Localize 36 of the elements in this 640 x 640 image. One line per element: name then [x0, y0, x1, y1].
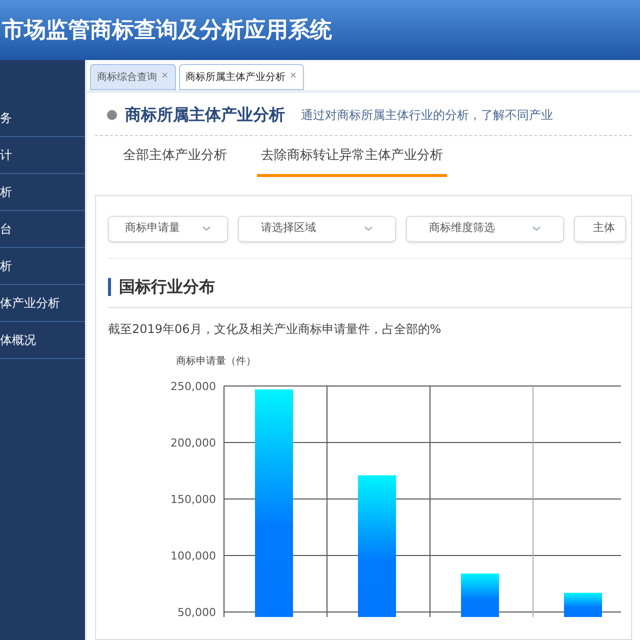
chevron-icon: [202, 226, 211, 231]
filter-dropdown[interactable]: 商标维度筛选: [406, 216, 564, 242]
sidebar-item[interactable]: 务: [0, 100, 85, 137]
filter-dropdown[interactable]: 商标申请量: [108, 216, 228, 242]
section-marker: [108, 278, 111, 296]
sidebar-item[interactable]: 计: [0, 137, 85, 174]
y-tick-label: 150,000: [170, 492, 216, 506]
sidebar-item[interactable]: 析: [0, 248, 85, 285]
sidebar-item[interactable]: 体产业分析: [0, 285, 85, 322]
y-tick-label: 100,000: [170, 549, 216, 562]
sidebar-item[interactable]: 台: [0, 211, 85, 248]
y-axis-label: 商标申请量（件）: [176, 356, 256, 366]
y-tick-label: 250,000: [170, 380, 216, 392]
analysis-tab[interactable]: 全部主体产业分析: [119, 146, 231, 176]
section-title: 国标行业分布: [119, 276, 215, 298]
chevron-icon: [364, 226, 373, 231]
sidebar-item[interactable]: 体概况: [0, 322, 85, 359]
summary-text: 截至2019年06月，文化及相关产业商标申请量件，占全部的%: [108, 320, 442, 338]
tab-label: 商标所属主体产业分析: [186, 70, 286, 84]
close-icon[interactable]: ×: [290, 70, 298, 84]
y-tick-label: 50,000: [178, 606, 216, 618]
filter-dropdown[interactable]: 请选择区域: [238, 216, 396, 242]
filter-dropdown[interactable]: 主体: [574, 216, 626, 242]
tab-label: 商标综合查询: [97, 70, 157, 84]
analysis-tab[interactable]: 去除商标转让异常主体产业分析: [257, 146, 447, 176]
chevron-icon: [532, 226, 541, 231]
bar: [564, 592, 602, 616]
sidebar-item[interactable]: 析: [0, 174, 85, 211]
system-title: 市场监管商标查询及分析应用系统: [2, 16, 332, 44]
bar: [461, 573, 499, 616]
page-title: 商标所属主体产业分析: [125, 104, 285, 126]
info-icon: [107, 110, 117, 120]
y-tick-label: 200,000: [170, 436, 216, 449]
page-description: 通过对商标所属主体行业的分析，了解不同产业: [301, 107, 553, 124]
page-tab[interactable]: 商标所属主体产业分析 ×: [178, 64, 304, 90]
page-tab[interactable]: 商标综合查询 ×: [90, 64, 176, 90]
